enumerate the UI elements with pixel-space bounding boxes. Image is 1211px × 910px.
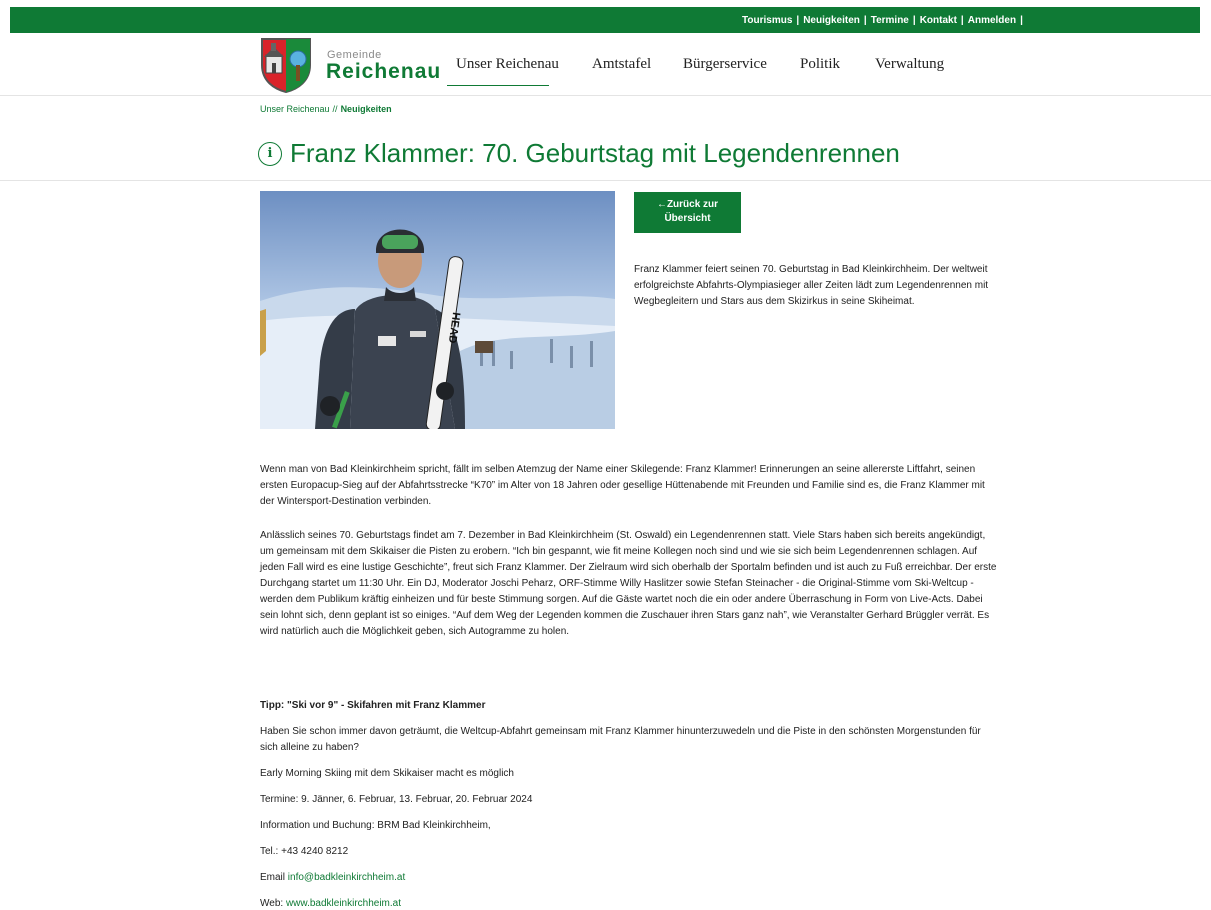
back-button-line-1: ←Zurück zur (656, 199, 719, 210)
top-link-tourismus[interactable]: Tourismus (742, 15, 792, 26)
tip-question: Haben Sie schon immer davon geträumt, di… (260, 726, 981, 753)
article-paragraph-2: Anlässlich seines 70. Geburtstags findet… (260, 530, 997, 637)
tip-web-line: Web: www.badkleinkirchheim.at (260, 896, 1000, 910)
breadcrumb-parent[interactable]: Unser Reichenau (260, 104, 330, 114)
breadcrumb: Unser Reichenau//Neuigkeiten (260, 104, 392, 114)
top-link-separator: | (1020, 14, 1023, 26)
top-link-separator: | (796, 14, 800, 26)
site-header: Gemeinde Reichenau Unser Reichenau Amtst… (0, 33, 1211, 96)
nav-politik[interactable]: Politik (800, 56, 840, 73)
top-bar: Tourismus | Neuigkeiten | Termine | Kont… (10, 7, 1200, 33)
top-links: Tourismus | Neuigkeiten | Termine | Kont… (742, 7, 1027, 33)
nav-active-indicator (447, 85, 549, 86)
nav-unser-reichenau[interactable]: Unser Reichenau (456, 56, 559, 73)
top-link-separator: | (912, 14, 916, 26)
email-link[interactable]: info@badkleinkirchheim.at (288, 872, 405, 883)
top-link-separator: | (863, 14, 867, 26)
top-link-neuigkeiten[interactable]: Neuigkeiten (803, 15, 860, 26)
nav-amtstafel[interactable]: Amtstafel (592, 56, 651, 73)
tip-dates: Termine: 9. Jänner, 6. Februar, 13. Febr… (260, 794, 533, 805)
tip-email-line: Email info@badkleinkirchheim.at (260, 870, 1000, 886)
top-link-anmelden[interactable]: Anmelden (968, 15, 1016, 26)
nav-verwaltung[interactable]: Verwaltung (875, 56, 944, 73)
top-link-termine[interactable]: Termine (871, 15, 909, 26)
article-paragraph-1: Wenn man von Bad Kleinkirchheim spricht,… (260, 464, 985, 507)
tip-subtitle: Early Morning Skiing mit dem Skikaiser m… (260, 768, 514, 779)
nav-buergerservice[interactable]: Bürgerservice (683, 56, 767, 73)
breadcrumb-current[interactable]: Neuigkeiten (341, 104, 392, 114)
tip-title: Tipp: "Ski vor 9" - Skifahren mit Franz … (260, 700, 486, 711)
hero-image: HEAD (260, 191, 615, 429)
tip-booking: Information und Buchung: BRM Bad Kleinki… (260, 820, 491, 831)
back-button-line-2: Übersicht (664, 213, 711, 224)
tip-phone: Tel.: +43 4240 8212 (260, 846, 349, 857)
back-to-overview-button[interactable]: ←Zurück zur Übersicht (634, 192, 741, 233)
logo-title[interactable]: Reichenau (326, 60, 441, 84)
info-icon: i (258, 141, 282, 166)
breadcrumb-separator: // (332, 104, 338, 114)
page-title: Franz Klammer: 70. Geburtstag mit Legend… (290, 138, 900, 168)
top-link-kontakt[interactable]: Kontakt (920, 15, 957, 26)
title-row: i Franz Klammer: 70. Geburtstag mit Lege… (258, 138, 900, 169)
article-intro: Franz Klammer feiert seinen 70. Geburtst… (634, 264, 989, 307)
coat-of-arms-icon[interactable] (260, 37, 312, 93)
web-label: Web: (260, 898, 284, 909)
web-link[interactable]: www.badkleinkirchheim.at (286, 898, 401, 909)
top-link-separator: | (960, 14, 964, 26)
email-label: Email (260, 872, 286, 883)
title-divider (0, 180, 1211, 181)
